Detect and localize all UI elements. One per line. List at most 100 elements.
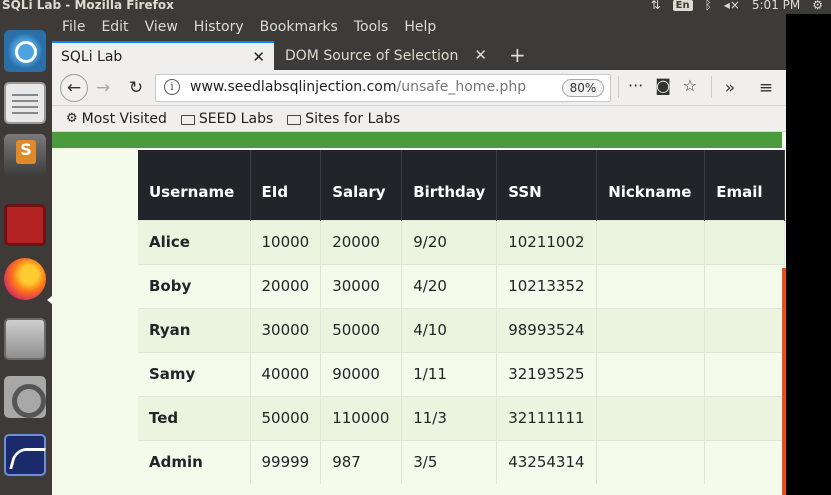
cell-nickname bbox=[596, 263, 706, 308]
url-path: /unsafe_home.php bbox=[396, 79, 527, 95]
cell-salary: 987 bbox=[320, 439, 403, 484]
gear-icon: ⚙ bbox=[66, 111, 78, 126]
cell-birthday: 4/10 bbox=[401, 307, 498, 352]
header-username: Username bbox=[138, 150, 251, 220]
clock[interactable]: 5:01 PM bbox=[752, 0, 800, 12]
bluetooth-icon[interactable]: ᛒ bbox=[705, 0, 712, 12]
cell-eid: 10000 bbox=[250, 219, 322, 264]
menu-history[interactable]: History bbox=[194, 19, 244, 35]
menu-view[interactable]: View bbox=[145, 19, 178, 35]
menu-file[interactable]: File bbox=[62, 19, 85, 35]
bookmark-label: Sites for Labs bbox=[305, 110, 401, 127]
text-editor-icon[interactable] bbox=[4, 82, 46, 124]
cell-email bbox=[704, 307, 786, 352]
firefox-icon[interactable] bbox=[4, 258, 46, 300]
cell-ssn: 32111111 bbox=[496, 395, 598, 440]
cell-nickname bbox=[596, 439, 706, 484]
dash-home-icon[interactable] bbox=[4, 30, 46, 72]
pocket-icon[interactable]: ◙ bbox=[655, 76, 671, 95]
cell-nickname bbox=[596, 307, 706, 352]
cell-ssn: 43254314 bbox=[496, 439, 598, 484]
volume-icon[interactable]: ◂× bbox=[724, 0, 740, 12]
cell-ssn: 10213352 bbox=[496, 263, 598, 308]
cell-birthday: 3/5 bbox=[401, 439, 498, 484]
folder-icon bbox=[180, 114, 195, 125]
menu-help[interactable]: Help bbox=[404, 19, 436, 35]
sublime-text-icon[interactable] bbox=[4, 134, 46, 176]
header-salary: Salary bbox=[320, 150, 403, 220]
cell-username: Admin bbox=[138, 439, 251, 484]
table-row: Boby 20000 30000 4/20 10213352 bbox=[138, 263, 786, 308]
menu-edit[interactable]: Edit bbox=[101, 19, 128, 35]
tab-dom-source[interactable]: DOM Source of Selection ✕ bbox=[276, 41, 496, 70]
desktop-background bbox=[786, 14, 831, 495]
cell-ssn: 98993524 bbox=[496, 307, 598, 352]
firefox-window: File Edit View History Bookmarks Tools H… bbox=[52, 14, 786, 495]
page-actions-menu-icon[interactable]: ··· bbox=[628, 76, 643, 95]
overflow-chevron-icon[interactable]: » bbox=[719, 76, 741, 100]
cell-email bbox=[704, 351, 786, 396]
menu-bookmarks[interactable]: Bookmarks bbox=[260, 19, 338, 35]
page-action-icons: ··· ◙ ☆ bbox=[628, 76, 697, 95]
back-arrow-icon[interactable]: ← bbox=[60, 74, 88, 102]
hamburger-menu-icon[interactable]: ≡ bbox=[755, 76, 777, 100]
bookmark-label: SEED Labs bbox=[198, 110, 274, 127]
cell-email bbox=[704, 395, 786, 440]
toolbar-separator bbox=[618, 76, 619, 98]
new-tab-plus-icon[interactable]: + bbox=[509, 43, 526, 67]
table-row: Admin 99999 987 3/5 43254314 bbox=[138, 439, 786, 484]
menu-tools[interactable]: Tools bbox=[354, 19, 389, 35]
cell-nickname bbox=[596, 351, 706, 396]
bookmark-most-visited[interactable]: ⚙ Most Visited bbox=[66, 111, 167, 127]
settings-gear-icon[interactable]: ⚙ bbox=[812, 0, 823, 12]
system-settings-icon[interactable] bbox=[4, 376, 46, 418]
url-host: www.seedlabsqlinjection.com bbox=[190, 79, 397, 95]
zoom-level-badge[interactable]: 80% bbox=[562, 79, 604, 97]
header-nickname: Nickname bbox=[596, 150, 706, 220]
file-manager-icon[interactable] bbox=[4, 318, 46, 360]
workspace-switcher-icon[interactable] bbox=[4, 204, 46, 246]
url-text[interactable]: www.seedlabsqlinjection.com/unsafe_home.… bbox=[190, 79, 530, 95]
cell-birthday: 9/20 bbox=[401, 219, 498, 264]
tab-sqli-lab[interactable]: SQLi Lab ✕ bbox=[52, 41, 274, 70]
forward-arrow-icon[interactable]: → bbox=[92, 76, 114, 100]
cell-email bbox=[704, 439, 786, 484]
cell-username: Samy bbox=[138, 351, 251, 396]
tab-label: DOM Source of Selection bbox=[285, 47, 459, 64]
bookmark-sites-for-labs[interactable]: Sites for Labs bbox=[287, 111, 400, 127]
bookmarks-toolbar: ⚙ Most Visited SEED Labs Sites for Labs bbox=[52, 106, 786, 132]
cell-eid: 40000 bbox=[250, 351, 322, 396]
system-top-bar: SQLi Lab - Mozilla Firefox ⇅ En ᛒ ◂× 5:0… bbox=[0, 0, 831, 14]
cell-birthday: 4/20 bbox=[401, 263, 498, 308]
network-icon[interactable]: ⇅ bbox=[651, 0, 661, 12]
close-icon[interactable]: ✕ bbox=[474, 46, 487, 64]
cell-salary: 30000 bbox=[320, 263, 403, 308]
info-icon[interactable]: i bbox=[164, 79, 180, 95]
cell-ssn: 10211002 bbox=[496, 219, 598, 264]
bookmark-seed-labs[interactable]: SEED Labs bbox=[180, 110, 274, 127]
cell-ssn: 32193525 bbox=[496, 351, 598, 396]
url-bar[interactable]: i www.seedlabsqlinjection.com/unsafe_hom… bbox=[155, 74, 611, 102]
header-email: Email bbox=[704, 150, 786, 220]
header-birthday: Birthday bbox=[401, 150, 498, 220]
cell-email bbox=[704, 219, 786, 264]
table-row: Samy 40000 90000 1/11 32193525 bbox=[138, 351, 786, 396]
navbar-strip bbox=[52, 132, 782, 148]
bookmark-label: Most Visited bbox=[81, 110, 167, 127]
reload-icon[interactable]: ↻ bbox=[125, 76, 147, 100]
window-title: SQLi Lab - Mozilla Firefox bbox=[2, 0, 174, 12]
cell-salary: 50000 bbox=[320, 307, 403, 352]
cell-username: Alice bbox=[138, 219, 251, 264]
menu-bar: File Edit View History Bookmarks Tools H… bbox=[52, 14, 786, 40]
header-eid: EId bbox=[250, 150, 322, 220]
bookmark-star-icon[interactable]: ☆ bbox=[683, 76, 697, 95]
folder-icon bbox=[287, 114, 302, 125]
cell-eid: 30000 bbox=[250, 307, 322, 352]
wireshark-icon[interactable] bbox=[4, 434, 46, 476]
table-row: Ted 50000 110000 11/3 32111111 bbox=[138, 395, 786, 440]
system-tray: ⇅ En ᛒ ◂× 5:01 PM ⚙ bbox=[651, 0, 823, 12]
keyboard-layout-indicator[interactable]: En bbox=[672, 0, 693, 11]
cell-salary: 110000 bbox=[320, 395, 403, 440]
close-icon[interactable]: ✕ bbox=[252, 48, 265, 66]
header-ssn: SSN bbox=[496, 150, 598, 220]
